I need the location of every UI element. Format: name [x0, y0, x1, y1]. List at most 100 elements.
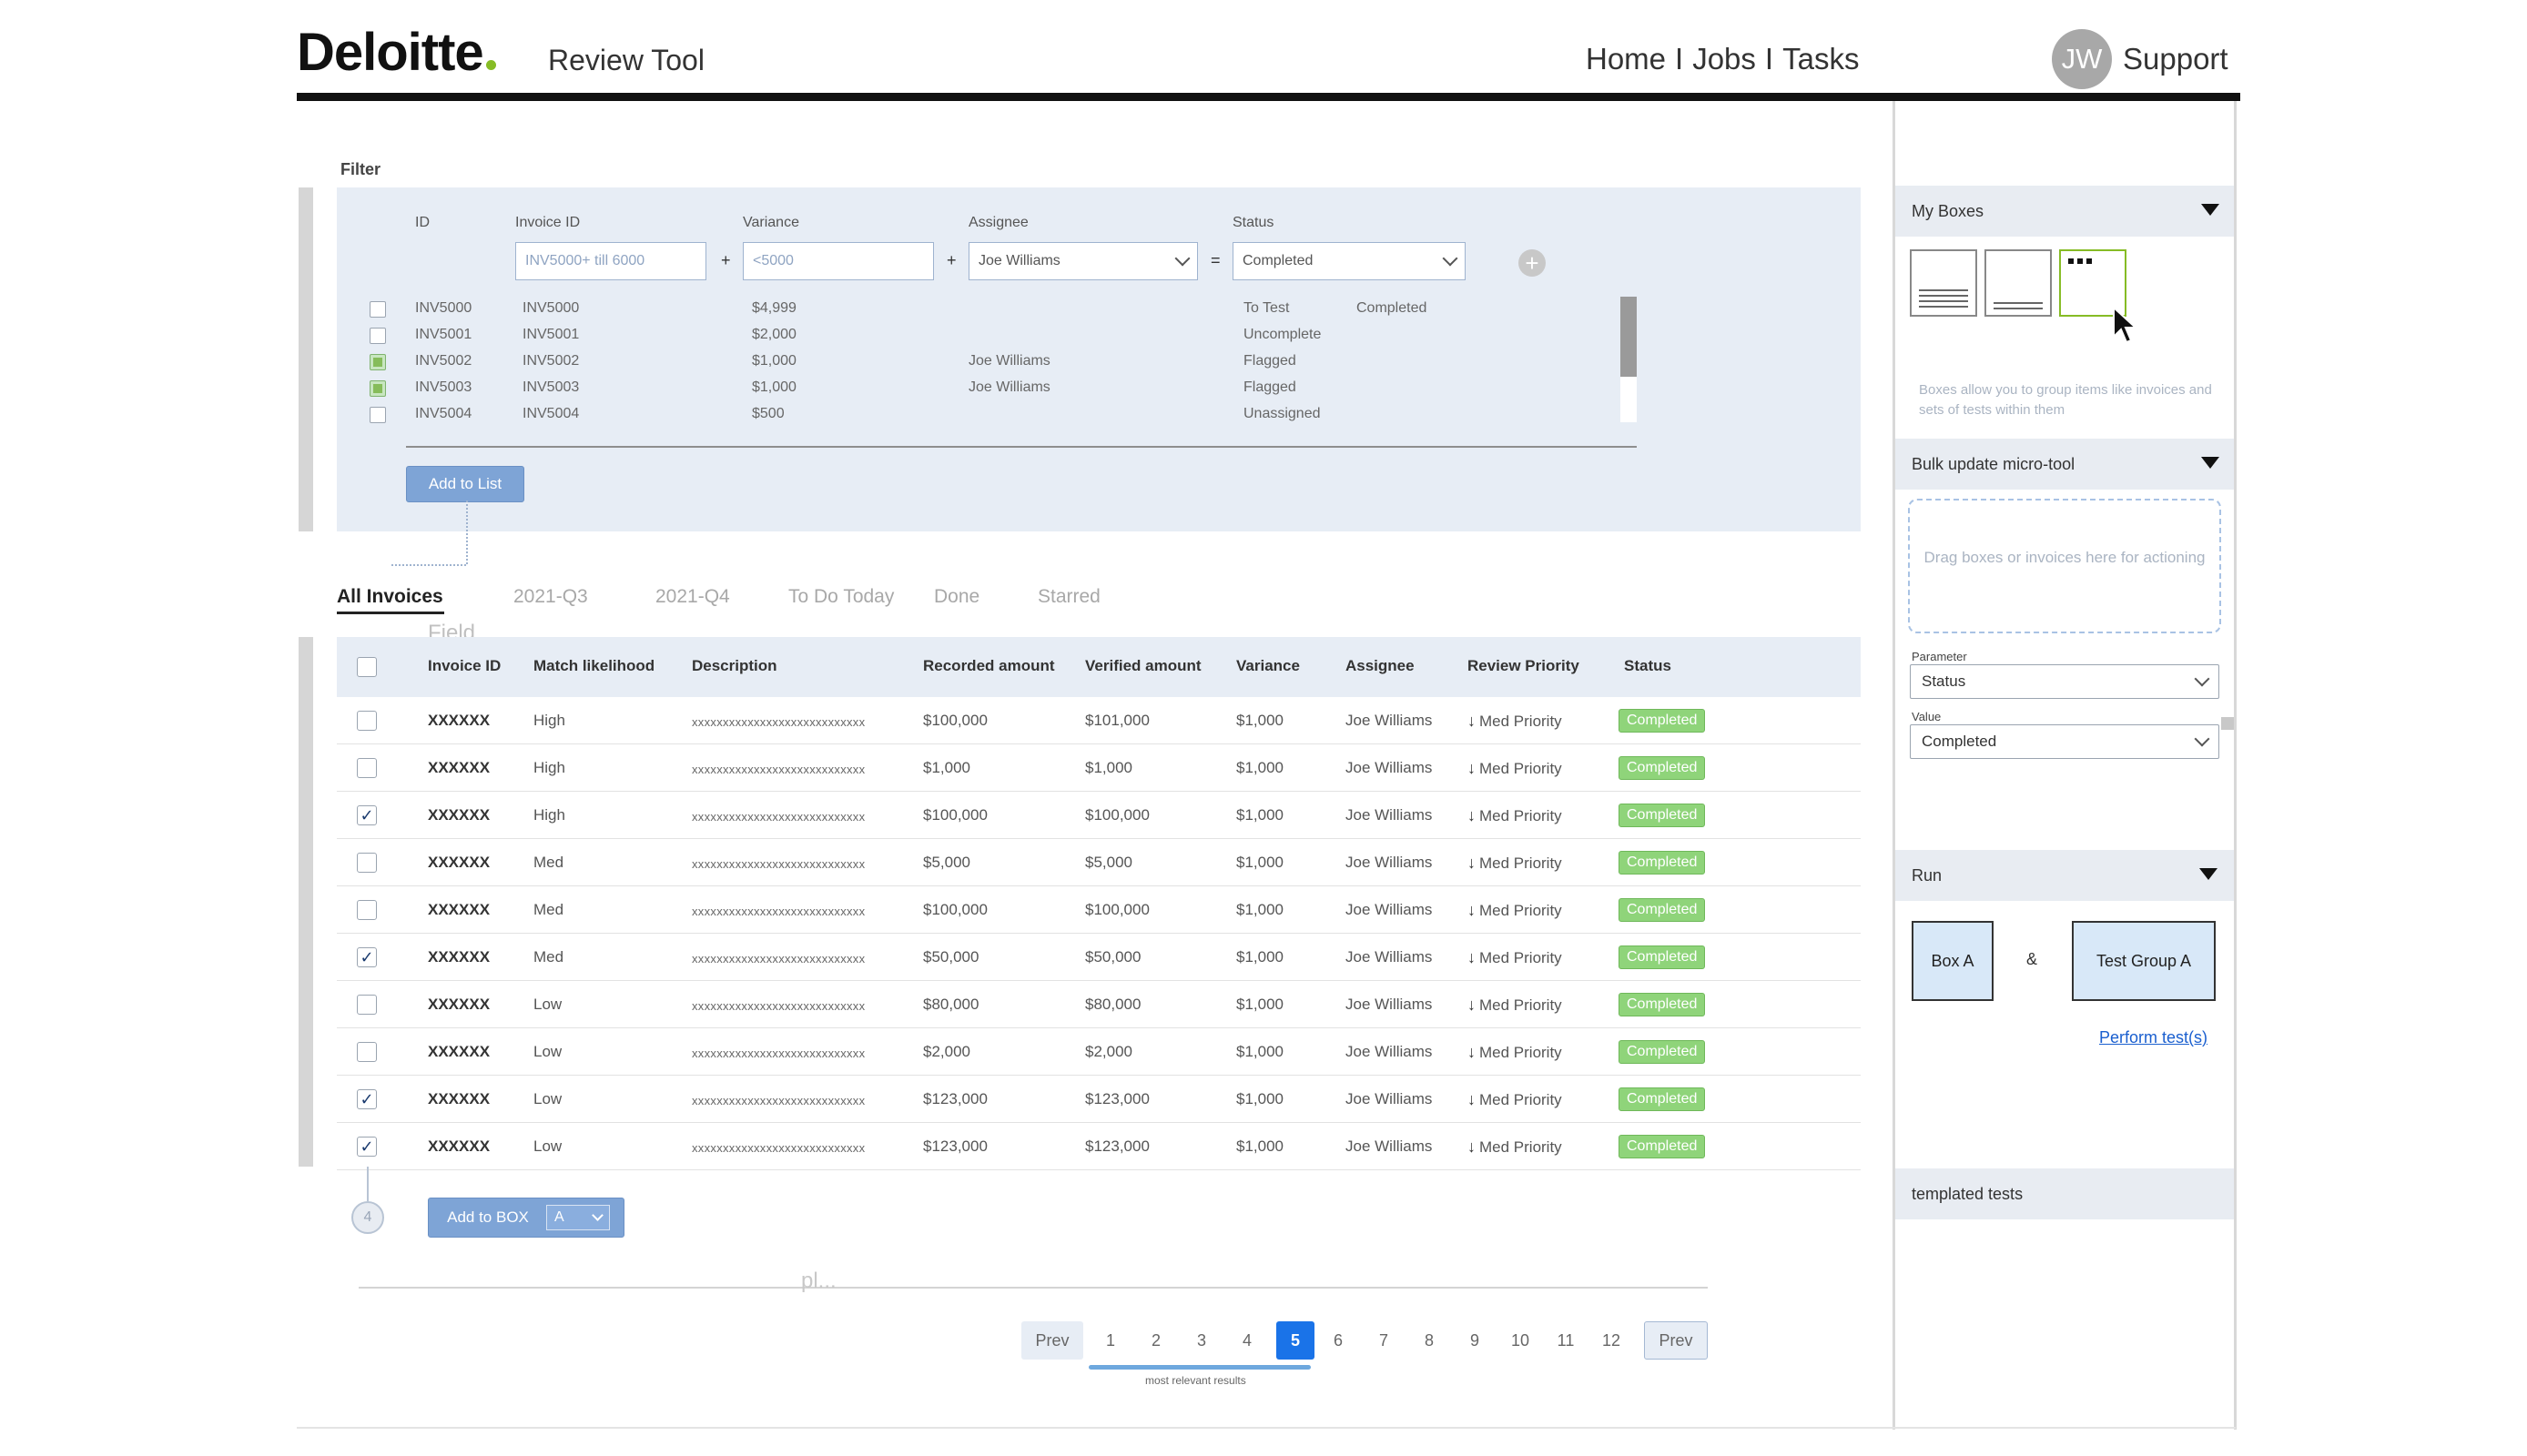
plus-circle-icon[interactable]: + [1518, 249, 1546, 277]
perform-tests-link[interactable]: Perform test(s) [2099, 1028, 2207, 1047]
filter-row-checkbox[interactable] [370, 328, 386, 344]
filter-row-variance: $2,000 [752, 327, 797, 342]
th-status[interactable]: Status [1624, 657, 1671, 675]
status-badge: Completed [1619, 945, 1706, 969]
th-variance[interactable]: Variance [1236, 657, 1300, 675]
row-checkbox[interactable] [357, 711, 377, 731]
box-a-chip[interactable]: Box A [1912, 921, 1994, 1001]
page-number-9[interactable]: 9 [1458, 1321, 1491, 1360]
page-number-6[interactable]: 6 [1322, 1321, 1355, 1360]
box-thumbnail[interactable] [1984, 249, 2052, 317]
th-description[interactable]: Description [692, 657, 777, 675]
priority-label: Med Priority [1479, 713, 1562, 730]
cell-priority: ↓ Med Priority [1467, 854, 1562, 873]
next-page-button[interactable]: Prev [1644, 1321, 1708, 1360]
collapse-triangle-icon[interactable] [2201, 204, 2219, 216]
prev-page-button[interactable]: Prev [1021, 1321, 1083, 1360]
tab-2021-q4[interactable]: 2021-Q4 [655, 586, 730, 608]
arrow-down-icon: ↓ [1467, 712, 1476, 730]
row-checkbox[interactable]: ✓ [357, 805, 377, 825]
collapse-triangle-icon[interactable] [2201, 457, 2219, 469]
cell-recorded: $100,000 [923, 712, 988, 729]
variance-filter-input[interactable]: <5000 [743, 242, 934, 280]
page-number-11[interactable]: 11 [1549, 1321, 1582, 1360]
collapse-triangle-icon[interactable] [2199, 868, 2217, 880]
arrow-down-icon: ↓ [1467, 1043, 1476, 1061]
row-checkbox[interactable] [357, 995, 377, 1015]
filter-col-id: ID [415, 215, 430, 230]
page-number-8[interactable]: 8 [1413, 1321, 1446, 1360]
row-checkbox[interactable]: ✓ [357, 1137, 377, 1157]
cell-match: Med [533, 901, 564, 918]
nav-home[interactable]: Home [1586, 42, 1666, 76]
page-number-12[interactable]: 12 [1595, 1321, 1628, 1360]
cell-assignee: Joe Williams [1345, 806, 1433, 824]
active-tab-indicator [337, 612, 444, 614]
filter-operator: = [1211, 251, 1221, 269]
run-header[interactable] [1895, 850, 2234, 901]
row-checkbox[interactable] [357, 900, 377, 920]
filter-operator: + [721, 251, 731, 269]
row-checkbox[interactable]: ✓ [357, 947, 377, 967]
page-number-3[interactable]: 3 [1185, 1321, 1218, 1360]
cell-invoice-id: XXXXXX [428, 712, 491, 729]
filter-scrollbar-thumb[interactable] [1620, 297, 1637, 377]
user-avatar[interactable]: JW [2052, 29, 2112, 89]
connector-line [466, 500, 468, 564]
invoice-id-filter-input[interactable]: INV5000+ till 6000 [515, 242, 706, 280]
filter-row-checkbox[interactable] [370, 301, 386, 318]
filter-row-assignee: Joe Williams [969, 353, 1050, 369]
select-all-checkbox[interactable] [357, 657, 377, 677]
cell-verified: $100,000 [1085, 901, 1150, 918]
page-number-2[interactable]: 2 [1140, 1321, 1172, 1360]
support-link[interactable]: Support [2123, 42, 2228, 76]
test-group-a-chip[interactable]: Test Group A [2072, 921, 2216, 1001]
page-number-1[interactable]: 1 [1094, 1321, 1127, 1360]
status-badge: Completed [1619, 804, 1706, 827]
th-assignee[interactable]: Assignee [1345, 657, 1415, 675]
filter-row-checkbox[interactable] [370, 380, 386, 397]
row-checkbox[interactable] [357, 758, 377, 778]
assignee-filter-select[interactable]: Joe Williams [969, 242, 1198, 280]
filter-row-invoice: INV5001 [523, 327, 580, 342]
filter-col-variance: Variance [743, 215, 799, 230]
box-select[interactable]: A [546, 1205, 610, 1230]
th-recorded-amount[interactable]: Recorded amount [923, 657, 1055, 675]
nav-tasks[interactable]: Tasks [1782, 42, 1859, 76]
filter-row-checkbox[interactable] [370, 354, 386, 370]
page-number-5[interactable]: 5 [1276, 1321, 1314, 1360]
tab-to-do-today[interactable]: To Do Today [788, 586, 894, 608]
page-number-4[interactable]: 4 [1231, 1321, 1264, 1360]
parameter-select[interactable]: Status [1910, 664, 2219, 699]
tab-all-invoices[interactable]: All Invoices [337, 586, 443, 608]
panel-scrollbar[interactable] [2221, 717, 2234, 730]
row-checkbox[interactable] [357, 853, 377, 873]
header-divider [297, 93, 2240, 101]
th-match-likelihood[interactable]: Match likelihood [533, 657, 655, 675]
add-to-list-button[interactable]: Add to List [406, 466, 524, 502]
page-number-7[interactable]: 7 [1367, 1321, 1400, 1360]
cell-description: xxxxxxxxxxxxxxxxxxxxxxxxxxxx [692, 1141, 866, 1155]
status-filter-select[interactable]: Completed [1233, 242, 1466, 280]
th-verified-amount[interactable]: Verified amount [1085, 657, 1202, 675]
footer-divider [297, 1427, 2236, 1429]
step-connector [367, 1167, 369, 1201]
cell-priority: ↓ Med Priority [1467, 901, 1562, 920]
tab-starred[interactable]: Starred [1038, 586, 1101, 608]
box-thumbnail[interactable] [1910, 249, 1977, 317]
cell-verified: $5,000 [1085, 854, 1132, 871]
row-checkbox[interactable] [357, 1042, 377, 1062]
page-number-10[interactable]: 10 [1504, 1321, 1537, 1360]
row-checkbox[interactable]: ✓ [357, 1089, 377, 1109]
nav-jobs[interactable]: Jobs [1692, 42, 1756, 76]
th-invoice-id[interactable]: Invoice ID [428, 657, 501, 675]
tab-done[interactable]: Done [934, 586, 979, 608]
cell-verified: $101,000 [1085, 712, 1150, 729]
value-select[interactable]: Completed [1910, 724, 2219, 759]
filter-col-assignee: Assignee [969, 215, 1029, 230]
boxes-hint: Boxes allow you to group items like invo… [1919, 382, 2212, 418]
cell-recorded: $123,000 [923, 1138, 988, 1155]
tab-2021-q3[interactable]: 2021-Q3 [513, 586, 588, 608]
filter-row-checkbox[interactable] [370, 407, 386, 423]
th-review-priority[interactable]: Review Priority [1467, 657, 1579, 675]
